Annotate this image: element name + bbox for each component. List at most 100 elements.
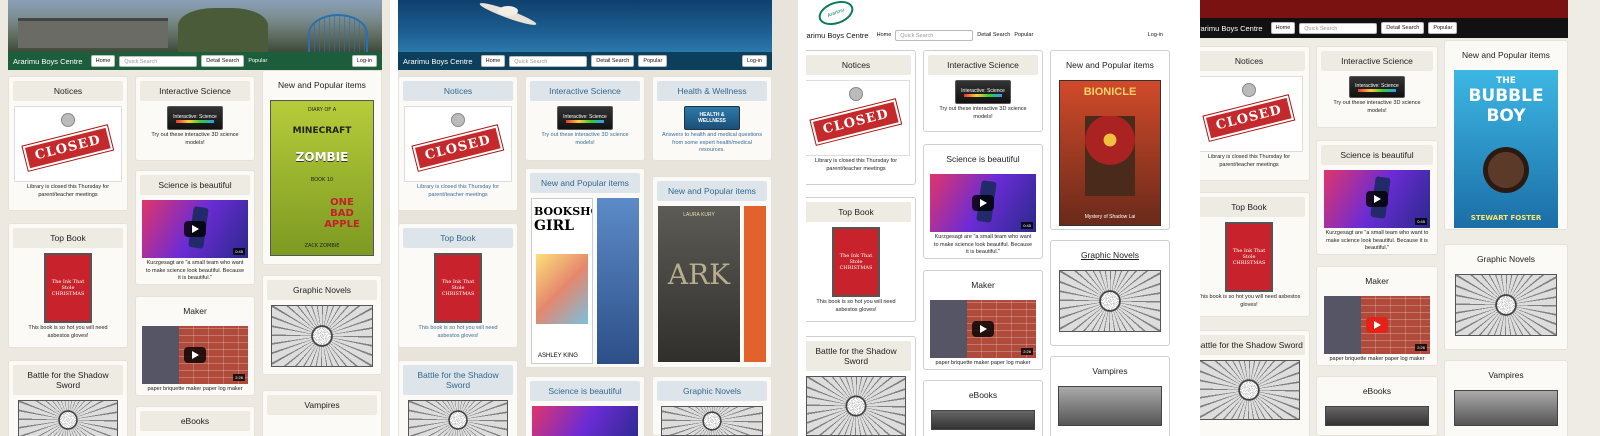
ebooks-card: eBooks bbox=[1316, 376, 1438, 436]
cover-line: BUBBLE bbox=[1468, 86, 1544, 106]
brand-name[interactable]: Ararimu Boys Centre bbox=[806, 31, 869, 40]
top-book-cover[interactable]: The Ink That Stole CHRISTMAS bbox=[434, 253, 482, 323]
notices-card: Notices CLOSED Library is closed this Th… bbox=[8, 76, 128, 211]
home-button[interactable]: Home bbox=[480, 55, 506, 67]
ebooks-image[interactable] bbox=[1325, 406, 1429, 426]
book-cover-ark[interactable]: LAURA KURY ARK bbox=[658, 206, 740, 362]
science-beautiful-text: Kurzgesagt are "a small team who want to… bbox=[1325, 230, 1429, 252]
brand-name[interactable]: Ararimu Boys Centre bbox=[403, 57, 473, 66]
book-carousel[interactable]: LAURA KURY ARK bbox=[658, 206, 766, 364]
detail-search-button[interactable]: Detail Search bbox=[591, 55, 635, 67]
closed-sign-image[interactable]: CLOSED bbox=[806, 80, 910, 156]
card-title: Vampires bbox=[1488, 370, 1524, 380]
science-beautiful-card: Science is beautiful bbox=[525, 376, 645, 436]
cover-author: ZACK ZOMBIE bbox=[304, 242, 340, 249]
closed-sign-image[interactable]: CLOSED bbox=[404, 106, 512, 182]
brand-name[interactable]: Ararimu Boys Centre bbox=[13, 57, 83, 66]
video-thumbnail[interactable]: 0:45 bbox=[1324, 170, 1430, 228]
science-logo[interactable]: Interactive: Science bbox=[955, 80, 1011, 104]
card-title: eBooks bbox=[1362, 386, 1392, 396]
popular-button[interactable]: Popular bbox=[638, 55, 668, 67]
popular-button[interactable]: Popular bbox=[1428, 22, 1458, 34]
screenshot-panel-1: Ararimu Boys Centre Home Quick Search De… bbox=[0, 0, 390, 436]
health-card: Health & Wellness HEALTH & WELLNESS Answ… bbox=[652, 76, 772, 161]
science-logo[interactable]: Interactive: Science bbox=[1349, 76, 1405, 98]
vampires-image[interactable] bbox=[1058, 386, 1162, 426]
cover-author: LAURA KURY bbox=[683, 212, 715, 218]
health-logo[interactable]: HEALTH & WELLNESS bbox=[684, 106, 740, 130]
play-icon[interactable] bbox=[972, 195, 994, 211]
play-icon[interactable] bbox=[972, 321, 994, 337]
login-button[interactable]: Log-in bbox=[741, 55, 767, 67]
vampires-image[interactable] bbox=[1454, 390, 1558, 426]
cover-line: THE bbox=[1496, 76, 1516, 86]
play-icon[interactable] bbox=[184, 347, 206, 363]
ebooks-image[interactable] bbox=[931, 410, 1035, 430]
video-duration: 2:26 bbox=[1021, 348, 1033, 355]
book-cover-bubble-boy[interactable]: THE BUBBLE BOY STEWART FOSTER bbox=[1454, 70, 1558, 228]
quick-search-input[interactable]: Quick Search bbox=[509, 55, 588, 67]
graphic-novels-card: Graphic Novels bbox=[1444, 244, 1568, 350]
quick-search-input[interactable]: Quick Search bbox=[895, 29, 974, 41]
home-button[interactable]: Home bbox=[1270, 22, 1296, 34]
top-book-cover[interactable]: The Ink That Stole CHRISTMAS bbox=[44, 253, 92, 323]
top-navbar: Ararimu Boys Centre Home Quick Search De… bbox=[8, 52, 382, 70]
closed-sign-image[interactable]: CLOSED bbox=[1200, 76, 1303, 152]
book-carousel[interactable]: BOOKSHOP GIRL ASHLEY KING bbox=[531, 198, 639, 366]
maker-text: paper briquette maker paper log maker bbox=[1329, 356, 1425, 362]
video-thumbnail[interactable]: 0:45 bbox=[930, 174, 1036, 232]
battle-card: Battle for the Shadow Sword bbox=[398, 360, 518, 436]
detail-search-button[interactable]: Detail Search bbox=[201, 55, 245, 67]
maker-text: paper briquette maker paper log maker bbox=[147, 386, 243, 392]
battle-cover[interactable] bbox=[806, 376, 906, 436]
book-cover-orange[interactable] bbox=[744, 206, 766, 362]
card-title: New and Popular items bbox=[278, 80, 366, 90]
book-cover-bionicle[interactable]: BIONICLE Mystery of Shadow Lai bbox=[1059, 80, 1161, 226]
battle-cover[interactable] bbox=[408, 400, 508, 436]
youtube-play-icon[interactable] bbox=[1366, 317, 1388, 333]
maker-card: Maker 2:26 paper briquette maker paper l… bbox=[1316, 266, 1438, 366]
play-icon[interactable] bbox=[184, 221, 206, 237]
brand-name[interactable]: Ararimu Boys Centre bbox=[1200, 24, 1263, 33]
graphic-novel-cover[interactable] bbox=[661, 406, 763, 436]
detail-search-link[interactable]: Detail Search bbox=[977, 32, 1010, 38]
popular-link[interactable]: Popular bbox=[1014, 32, 1033, 38]
quick-search-input[interactable]: Quick Search bbox=[1299, 22, 1378, 34]
notices-card: Notices CLOSED Library is closed this Th… bbox=[398, 76, 518, 211]
top-book-cover[interactable]: The Ink That Stole CHRISTMAS bbox=[1225, 222, 1273, 292]
battle-cover[interactable] bbox=[18, 400, 118, 436]
cover-line: DIARY OF A bbox=[307, 107, 337, 113]
book-cover-blue[interactable] bbox=[597, 198, 639, 364]
graphic-novel-cover[interactable] bbox=[271, 305, 373, 367]
science-logo[interactable]: Interactive: Science bbox=[557, 106, 613, 130]
detail-search-button[interactable]: Detail Search bbox=[1381, 22, 1425, 34]
card-title: Interactive Science bbox=[530, 81, 640, 101]
book-cover-minecraft[interactable]: DIARY OF A MINECRAFT ZOMBIE BOOK 10 ONE … bbox=[270, 100, 374, 256]
graphic-novel-cover[interactable] bbox=[1059, 270, 1161, 332]
card-title: Interactive Science bbox=[1321, 51, 1433, 71]
cover-line: BOOKSHOP bbox=[534, 205, 592, 218]
quick-search-input[interactable]: Quick Search bbox=[119, 55, 198, 67]
ebooks-card: eBooks bbox=[135, 406, 255, 436]
top-book-cover[interactable]: The Ink That Stole CHRISTMAS bbox=[832, 227, 880, 297]
graphic-novel-cover[interactable] bbox=[1455, 274, 1557, 336]
cover-title: The Ink That Stole CHRISTMAS bbox=[441, 279, 475, 297]
maker-video-thumbnail[interactable]: 2:26 bbox=[142, 326, 248, 384]
video-thumbnail[interactable] bbox=[532, 406, 638, 436]
maker-video-thumbnail[interactable]: 2:26 bbox=[1324, 296, 1430, 354]
home-link[interactable]: Home bbox=[877, 32, 892, 38]
play-icon[interactable] bbox=[1366, 191, 1388, 207]
closed-sign-image[interactable]: CLOSED bbox=[14, 106, 122, 182]
popular-link[interactable]: Popular bbox=[248, 58, 267, 64]
battle-cover[interactable] bbox=[1200, 360, 1300, 420]
science-logo[interactable]: Interactive: Science bbox=[167, 106, 223, 130]
book-cover-bookshop[interactable]: BOOKSHOP GIRL ASHLEY KING bbox=[531, 198, 593, 364]
login-link[interactable]: Log-in bbox=[1148, 32, 1163, 38]
login-button[interactable]: Log-in bbox=[351, 55, 377, 67]
video-duration: 0:45 bbox=[1021, 222, 1033, 229]
maker-card: Maker 2:26 paper briquette maker paper l… bbox=[135, 296, 255, 396]
home-button[interactable]: Home bbox=[90, 55, 116, 67]
cover-title: The Ink That Stole CHRISTMAS bbox=[839, 253, 873, 271]
maker-video-thumbnail[interactable]: 2:26 bbox=[930, 300, 1036, 358]
video-thumbnail[interactable]: 0:45 bbox=[142, 200, 248, 258]
